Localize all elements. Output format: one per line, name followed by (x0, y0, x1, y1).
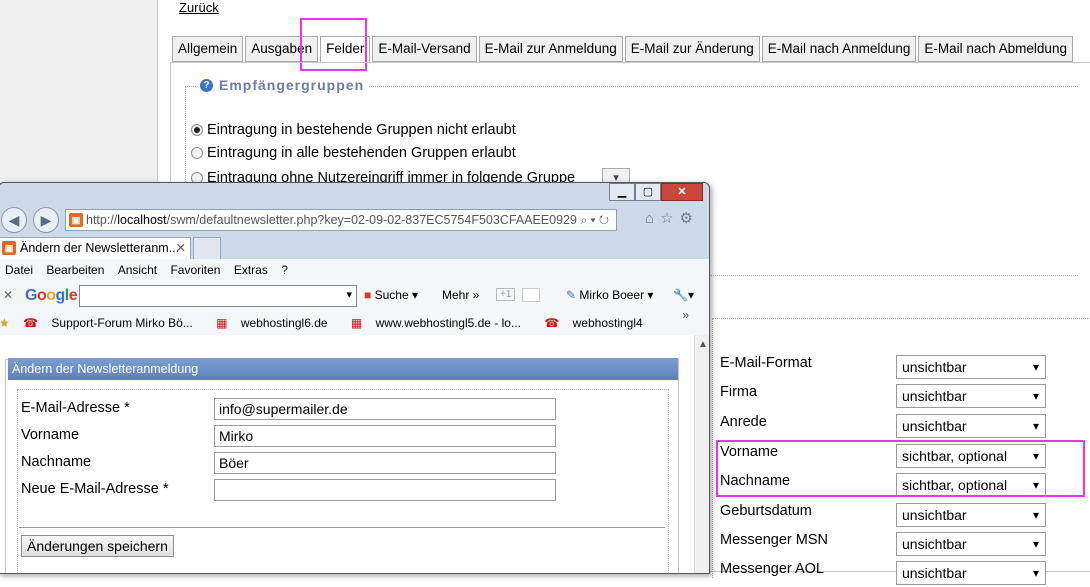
google-search-button[interactable]: ■ Suche ▾ (364, 288, 418, 302)
favorites-bar: ★ ☎ Support-Forum Mirko Bö... ▦ webhosti… (0, 308, 709, 335)
new-tab-button[interactable] (193, 237, 221, 259)
forward-arrow-icon[interactable]: ▶ (33, 207, 59, 233)
menu-favoriten[interactable]: Favoriten (170, 263, 220, 277)
navigation-bar: ◀ ▶ ▣ http://localhost/swm/defaultnewsle… (0, 207, 709, 233)
chevron-down-icon: ▾ (1032, 360, 1039, 374)
field-visibility-select[interactable]: unsichtbar ▾ (896, 384, 1046, 408)
field-visibility-select[interactable]: unsichtbar ▾ (896, 561, 1046, 585)
form-divider (19, 527, 665, 528)
tab-allgemein[interactable]: Allgemein (172, 36, 244, 62)
new-email-input[interactable] (214, 479, 556, 501)
field-visibility-select[interactable]: unsichtbar ▾ (896, 532, 1046, 556)
maximize-button[interactable]: ▢ (635, 183, 661, 201)
email-label: E-Mail-Adresse * (21, 400, 130, 416)
nachname-label: Nachname (21, 454, 92, 470)
google-plus-counter (522, 288, 540, 302)
browser-tab[interactable]: ▣ Ändern der Newsletteranm... ✕ (0, 237, 191, 259)
field-label: Firma (720, 384, 758, 400)
vorname-input[interactable]: Mirko (214, 425, 556, 447)
close-toolbar-icon[interactable]: ✕ (3, 288, 13, 302)
menu-bearbeiten[interactable]: Bearbeiten (46, 263, 104, 277)
favorite-item[interactable]: ▦ webhostingl6.de (216, 316, 337, 330)
tab-favicon: ▣ (2, 241, 16, 255)
google-search-input[interactable]: ▾ (79, 285, 357, 307)
menu-help[interactable]: ? (281, 263, 288, 277)
google-toolbar: ✕ Google ▾ ■ Suche ▾ Mehr » +1 ✎ Mirko B… (0, 281, 709, 311)
radio-option-no-groups[interactable]: Eintragung in bestehende Gruppen nicht e… (191, 122, 516, 138)
field-row-messenger-msn: Messenger MSN unsichtbar ▾ (720, 532, 1090, 558)
favorite-item[interactable]: ☎ Support-Forum Mirko Bö... (23, 316, 203, 330)
tab-email-versand[interactable]: E-Mail-Versand (372, 36, 477, 62)
menu-ansicht[interactable]: Ansicht (118, 263, 157, 277)
new-email-label: Neue E-Mail-Adresse * (21, 481, 169, 497)
email-input[interactable]: info@supermailer.de (214, 398, 556, 420)
tab-email-anmeldung[interactable]: E-Mail zur Anmeldung (478, 36, 623, 62)
radio-label: Eintragung in alle bestehenden Gruppen e… (207, 145, 516, 161)
scroll-up-icon[interactable]: ▲ (698, 339, 708, 350)
radio-label: Eintragung in bestehende Gruppen nicht e… (207, 122, 516, 138)
field-visibility-select[interactable]: unsichtbar ▾ (896, 414, 1046, 438)
search-refresh-icon[interactable]: ⌕ ▾ ↻ (577, 210, 612, 230)
menu-bar: Datei Bearbeiten Ansicht Favoriten Extra… (0, 259, 709, 281)
back-link[interactable]: Zurück (179, 0, 219, 15)
groups-legend: ? Empfängergruppen (196, 77, 369, 93)
chevron-down-icon: ▾ (1032, 537, 1039, 551)
field-label: Messenger MSN (720, 532, 828, 548)
radio-option-all-groups[interactable]: Eintragung in alle bestehenden Gruppen e… (191, 145, 516, 161)
help-icon[interactable]: ? (200, 78, 213, 92)
vorname-label: Vorname (21, 427, 80, 443)
field-label: Anrede (720, 414, 767, 430)
field-visibility-select[interactable]: unsichtbar ▾ (896, 503, 1046, 527)
radio-button[interactable] (191, 124, 203, 136)
tab-email-nach-anmeldung[interactable]: E-Mail nach Anmeldung (761, 36, 917, 62)
field-visibility-select[interactable]: unsichtbar ▾ (896, 355, 1046, 379)
field-row-anrede: Anrede unsichtbar ▾ (720, 414, 1090, 440)
favorites-overflow-icon[interactable]: » (682, 303, 689, 327)
groups-legend-text: Empfängergruppen (219, 77, 365, 93)
chevron-down-icon: ▾ (1032, 566, 1039, 580)
window-controls: ▁ ▢ ✕ (609, 183, 703, 201)
tab-email-nach-abmeldung[interactable]: E-Mail nach Abmeldung (918, 36, 1073, 62)
radio-button[interactable] (191, 147, 203, 159)
chevron-down-icon: ▾ (346, 289, 352, 301)
user-menu[interactable]: ✎ Mirko Boeer ▾ (566, 288, 653, 302)
field-row-firma: Firma unsichtbar ▾ (720, 384, 1090, 410)
field-row-geburtsdatum: Geburtsdatum unsichtbar ▾ (720, 503, 1090, 529)
save-changes-button[interactable]: Änderungen speichern (21, 535, 174, 557)
back-arrow-icon[interactable]: ◀ (1, 207, 27, 233)
vertical-scrollbar[interactable]: ▲ (694, 335, 709, 573)
chevron-down-icon: ▾ (1032, 419, 1039, 433)
favorites-star-icon[interactable]: ★ (0, 316, 10, 330)
google-more-button[interactable]: Mehr » (442, 288, 479, 302)
google-logo: Google (25, 287, 78, 304)
home-star-gear-icons[interactable]: ⌂☆⚙ (645, 209, 699, 227)
nachname-input[interactable]: Böer (214, 452, 556, 474)
vorname-nachname-highlight-box (716, 440, 1085, 497)
menu-datei[interactable]: Datei (5, 263, 33, 277)
minimize-button[interactable]: ▁ (609, 183, 635, 201)
browser-tabstrip: ▣ Ändern der Newsletteranm... ✕ (0, 237, 709, 259)
address-bar[interactable]: ▣ http://localhost/swm/defaultnewsletter… (65, 209, 617, 231)
chevron-down-icon: ▾ (1032, 389, 1039, 403)
close-tab-icon[interactable]: ✕ (176, 238, 186, 258)
page-favicon: ▣ (69, 213, 83, 227)
close-button[interactable]: ✕ (661, 183, 703, 201)
tab-email-aenderung[interactable]: E-Mail zur Änderung (624, 36, 760, 62)
favorite-item[interactable]: ▦ www.webhostingl5.de - lo... (351, 316, 531, 330)
wrench-icon[interactable]: 🔧▾ (673, 288, 694, 302)
field-label: E-Mail-Format (720, 355, 812, 371)
google-plus-one-button[interactable]: +1 (496, 288, 516, 301)
chevron-down-icon: ▾ (1032, 508, 1039, 522)
browser-content: Ändern der Newsletteranmeldung E-Mail-Ad… (0, 335, 709, 573)
favorite-item[interactable]: ☎ webhostingl4 (544, 316, 652, 330)
browser-window: ▁ ▢ ✕ ◀ ▶ ▣ http://localhost/swm/default… (0, 182, 710, 574)
menu-extras[interactable]: Extras (234, 263, 268, 277)
field-label: Messenger AOL (720, 561, 824, 577)
tab-title: Ändern der Newsletteranm... (20, 241, 180, 255)
field-label: Geburtsdatum (720, 503, 812, 519)
field-row-messenger-aol: Messenger AOL unsichtbar ▾ (720, 561, 1090, 587)
field-row-email-format: E-Mail-Format unsichtbar ▾ (720, 355, 1090, 381)
page-title: Ändern der Newsletteranmeldung (8, 358, 678, 380)
